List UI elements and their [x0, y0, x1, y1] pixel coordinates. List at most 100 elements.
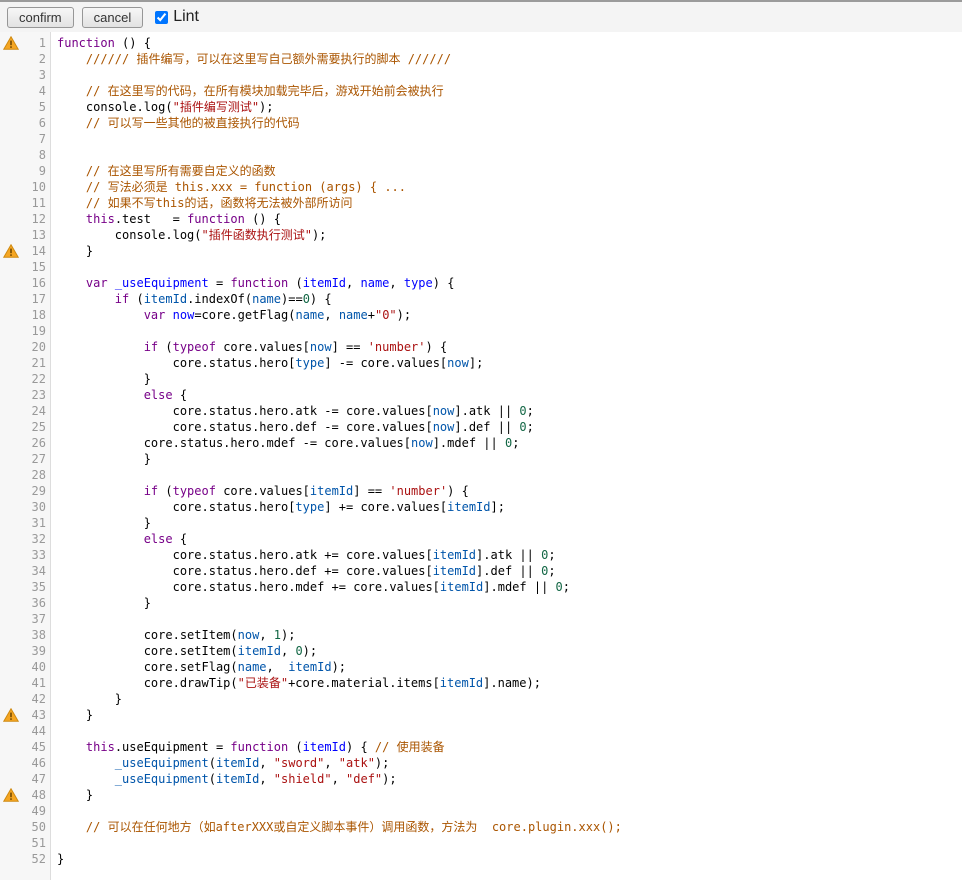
code-line[interactable]: 38 core.setItem(now, 1); [0, 627, 962, 643]
lint-marker-cell [0, 291, 20, 307]
code-line[interactable]: 9 // 在这里写所有需要自定义的函数 [0, 163, 962, 179]
code-line[interactable]: 42 } [0, 691, 962, 707]
code-line[interactable]: 23 else { [0, 387, 962, 403]
code-line[interactable]: 15 [0, 259, 962, 275]
code-line[interactable]: 47 _useEquipment(itemId, "shield", "def"… [0, 771, 962, 787]
lint-marker-cell [0, 483, 20, 499]
code-line[interactable]: 10 // 写法必须是 this.xxx = function (args) {… [0, 179, 962, 195]
code-line[interactable]: 6 // 可以写一些其他的被直接执行的代码 [0, 115, 962, 131]
code-text [50, 323, 57, 339]
code-text [50, 259, 57, 275]
code-editor[interactable]: 1function () {2 ////// 插件编写，可以在这里写自己额外需要… [0, 32, 962, 880]
code-line[interactable]: 29 if (typeof core.values[itemId] == 'nu… [0, 483, 962, 499]
lint-marker-cell [0, 723, 20, 739]
code-text: } [50, 691, 122, 707]
code-line[interactable]: 12 this.test = function () { [0, 211, 962, 227]
code-line[interactable]: 18 var now=core.getFlag(name, name+"0"); [0, 307, 962, 323]
code-line[interactable]: 43 } [0, 707, 962, 723]
code-text: core.status.hero.atk += core.values[item… [50, 547, 556, 563]
line-number: 17 [20, 291, 50, 307]
code-line[interactable]: 19 [0, 323, 962, 339]
code-line[interactable]: 45 this.useEquipment = function (itemId)… [0, 739, 962, 755]
code-line[interactable]: 2 ////// 插件编写，可以在这里写自己额外需要执行的脚本 ////// [0, 51, 962, 67]
code-line[interactable]: 34 core.status.hero.def += core.values[i… [0, 563, 962, 579]
code-line[interactable]: 8 [0, 147, 962, 163]
code-text: // 写法必须是 this.xxx = function (args) { ..… [50, 179, 406, 195]
code-text [50, 147, 57, 163]
code-line[interactable]: 36 } [0, 595, 962, 611]
code-text [50, 131, 57, 147]
code-line[interactable]: 17 if (itemId.indexOf(name)==0) { [0, 291, 962, 307]
code-line[interactable]: 1function () { [0, 35, 962, 51]
code-line[interactable]: 14 } [0, 243, 962, 259]
code-line[interactable]: 24 core.status.hero.atk -= core.values[n… [0, 403, 962, 419]
lint-marker-cell [0, 323, 20, 339]
code-line[interactable]: 3 [0, 67, 962, 83]
line-number: 5 [20, 99, 50, 115]
code-line[interactable]: 35 core.status.hero.mdef += core.values[… [0, 579, 962, 595]
code-text: var _useEquipment = function (itemId, na… [50, 275, 454, 291]
lint-marker-cell [0, 627, 20, 643]
code-line[interactable]: 27 } [0, 451, 962, 467]
lint-marker-cell [0, 643, 20, 659]
code-line[interactable]: 50 // 可以在任何地方（如afterXXX或自定义脚本事件）调用函数，方法为… [0, 819, 962, 835]
lint-checkbox[interactable] [155, 11, 168, 24]
code-line[interactable]: 37 [0, 611, 962, 627]
code-text: this.useEquipment = function (itemId) { … [50, 739, 445, 755]
code-text: // 可以在任何地方（如afterXXX或自定义脚本事件）调用函数，方法为 co… [50, 819, 622, 835]
line-number: 2 [20, 51, 50, 67]
code-line[interactable]: 39 core.setItem(itemId, 0); [0, 643, 962, 659]
code-text: if (typeof core.values[itemId] == 'numbe… [50, 483, 469, 499]
line-number: 32 [20, 531, 50, 547]
code-line[interactable]: 16 var _useEquipment = function (itemId,… [0, 275, 962, 291]
warning-icon [0, 35, 20, 51]
line-number: 45 [20, 739, 50, 755]
code-text [50, 835, 57, 851]
line-number: 24 [20, 403, 50, 419]
code-line[interactable]: 20 if (typeof core.values[now] == 'numbe… [0, 339, 962, 355]
line-number: 30 [20, 499, 50, 515]
code-text: } [50, 787, 93, 803]
lint-marker-cell [0, 531, 20, 547]
lint-marker-cell [0, 147, 20, 163]
lint-marker-cell [0, 675, 20, 691]
code-line[interactable]: 48 } [0, 787, 962, 803]
line-number: 48 [20, 787, 50, 803]
confirm-button[interactable]: confirm [7, 7, 74, 28]
code-line[interactable]: 30 core.status.hero[type] += core.values… [0, 499, 962, 515]
lint-marker-cell [0, 499, 20, 515]
code-line[interactable]: 4 // 在这里写的代码，在所有模块加载完毕后，游戏开始前会被执行 [0, 83, 962, 99]
lint-marker-cell [0, 307, 20, 323]
line-number: 4 [20, 83, 50, 99]
code-line[interactable]: 5 console.log("插件编写测试"); [0, 99, 962, 115]
code-line[interactable]: 21 core.status.hero[type] -= core.values… [0, 355, 962, 371]
line-number: 10 [20, 179, 50, 195]
code-line[interactable]: 44 [0, 723, 962, 739]
code-line[interactable]: 28 [0, 467, 962, 483]
code-line[interactable]: 32 else { [0, 531, 962, 547]
code-line[interactable]: 7 [0, 131, 962, 147]
warning-icon [0, 787, 20, 803]
code-line[interactable]: 49 [0, 803, 962, 819]
code-line[interactable]: 33 core.status.hero.atk += core.values[i… [0, 547, 962, 563]
code-text: _useEquipment(itemId, "shield", "def"); [50, 771, 397, 787]
code-line[interactable]: 22 } [0, 371, 962, 387]
code-line[interactable]: 46 _useEquipment(itemId, "sword", "atk")… [0, 755, 962, 771]
lint-marker-cell [0, 403, 20, 419]
code-line[interactable]: 26 core.status.hero.mdef -= core.values[… [0, 435, 962, 451]
toolbar: confirm cancel Lint [0, 0, 962, 32]
code-line[interactable]: 31 } [0, 515, 962, 531]
code-text: core.setItem(now, 1); [50, 627, 295, 643]
cancel-button[interactable]: cancel [82, 7, 144, 28]
code-line[interactable]: 41 core.drawTip("已装备"+core.material.item… [0, 675, 962, 691]
lint-marker-cell [0, 339, 20, 355]
code-line[interactable]: 11 // 如果不写this的话，函数将无法被外部所访问 [0, 195, 962, 211]
code-text: core.status.hero.mdef -= core.values[now… [50, 435, 519, 451]
code-line[interactable]: 40 core.setFlag(name, itemId); [0, 659, 962, 675]
code-text: core.status.hero[type] -= core.values[no… [50, 355, 483, 371]
lint-marker-cell [0, 195, 20, 211]
code-line[interactable]: 13 console.log("插件函数执行测试"); [0, 227, 962, 243]
code-line[interactable]: 51 [0, 835, 962, 851]
code-line[interactable]: 25 core.status.hero.def -= core.values[n… [0, 419, 962, 435]
code-line[interactable]: 52} [0, 851, 962, 867]
